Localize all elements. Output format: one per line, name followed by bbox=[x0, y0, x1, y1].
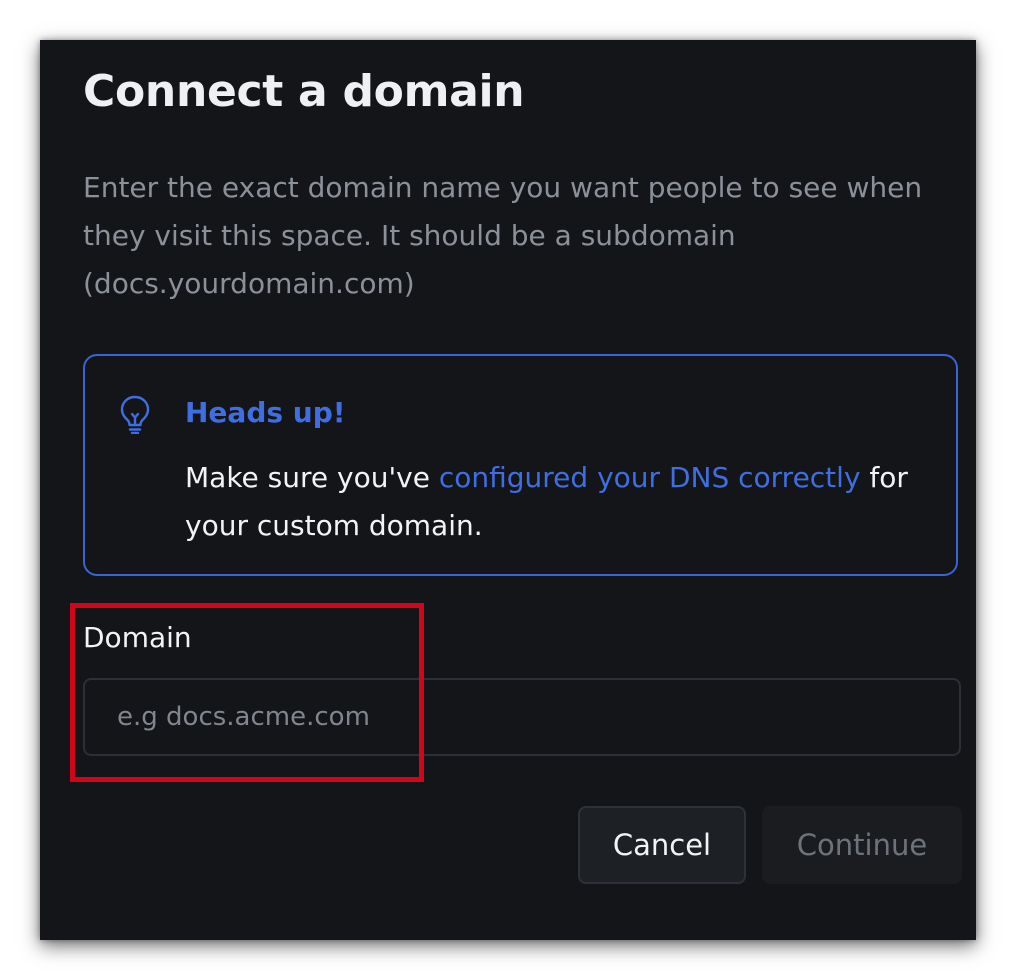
callout-message: Make sure you've configured your DNS cor… bbox=[185, 454, 945, 550]
domain-input[interactable] bbox=[83, 678, 961, 756]
dialog-title: Connect a domain bbox=[83, 66, 525, 117]
connect-domain-dialog: Connect a domain Enter the exact domain … bbox=[40, 40, 976, 940]
dialog-description: Enter the exact domain name you want peo… bbox=[83, 171, 923, 300]
domain-field-label: Domain bbox=[83, 621, 192, 654]
heads-up-callout: Heads up! Make sure you've configured yo… bbox=[83, 354, 958, 576]
continue-button[interactable]: Continue bbox=[762, 806, 962, 884]
dns-configuration-link[interactable]: configured your DNS correctly bbox=[439, 461, 861, 494]
cancel-button[interactable]: Cancel bbox=[578, 806, 746, 884]
callout-title: Heads up! bbox=[185, 396, 346, 429]
callout-text-before: Make sure you've bbox=[185, 461, 439, 494]
lightbulb-icon bbox=[117, 394, 153, 435]
